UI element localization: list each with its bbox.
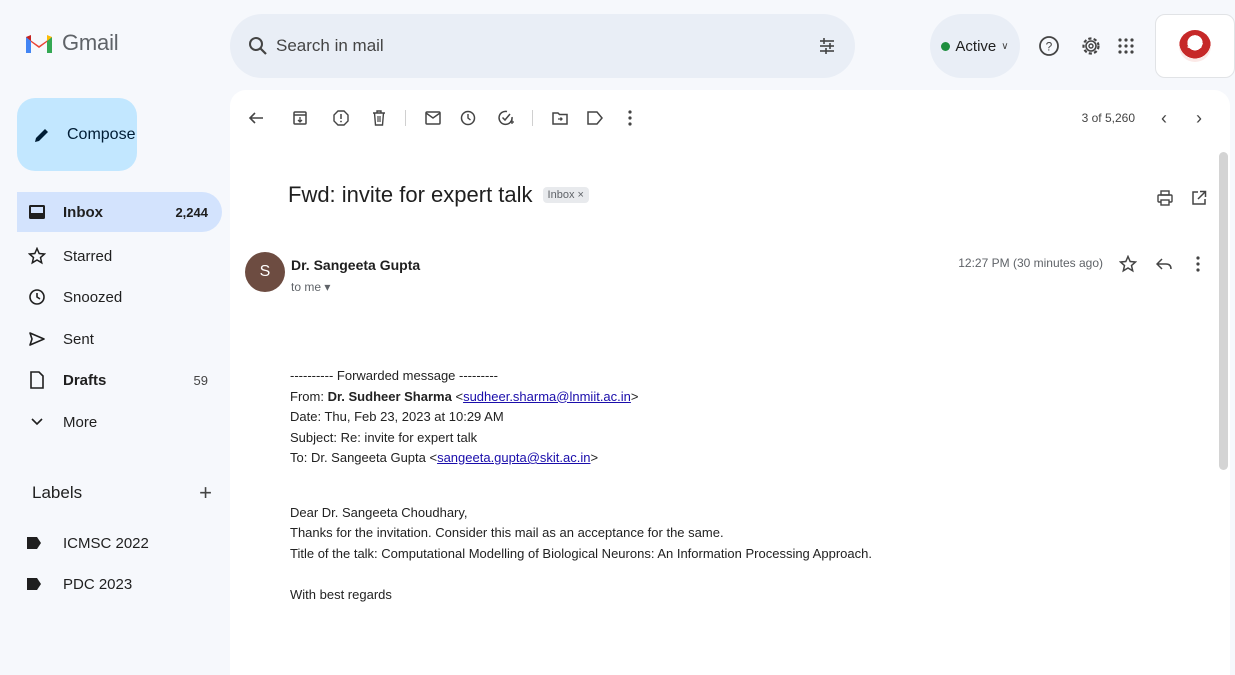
body-line: Title of the talk: Computational Modelli… bbox=[290, 545, 872, 561]
app-name: Gmail bbox=[62, 30, 119, 55]
from-name: Dr. Sudheer Sharma bbox=[327, 388, 452, 404]
compose-label: Compose bbox=[67, 125, 136, 143]
report-spam-icon[interactable] bbox=[331, 108, 351, 128]
greeting-line: Dear Dr. Sangeeta Choudhary, bbox=[290, 504, 468, 520]
drafts-count: 59 bbox=[193, 372, 208, 388]
body-line: Thanks for the invitation. Consider this… bbox=[290, 525, 724, 540]
forwarded-from-line: From: Dr. Sudheer Sharma <sudheer.sharma… bbox=[290, 388, 639, 404]
gmail-m-icon bbox=[26, 35, 52, 53]
forwarded-header: ---------- Forwarded message --------- bbox=[290, 368, 498, 383]
snooze-clock-icon[interactable] bbox=[458, 108, 478, 128]
sidebar-item-label: Snoozed bbox=[63, 288, 123, 306]
sidebar-item-snoozed[interactable]: Snoozed bbox=[17, 277, 222, 317]
clock-icon bbox=[27, 287, 47, 307]
sidebar-item-label: Sent bbox=[63, 330, 94, 348]
print-icon[interactable] bbox=[1155, 188, 1175, 208]
email-toolbar: 3 of 5,260 ‹ › bbox=[230, 90, 1230, 146]
newer-chevron-left-icon[interactable]: ‹ bbox=[1155, 108, 1173, 128]
sidebar-item-label: Starred bbox=[63, 247, 113, 265]
sidebar-item-more[interactable]: More bbox=[17, 402, 222, 442]
status-selector[interactable]: Active ∨ bbox=[930, 14, 1020, 78]
reply-arrow-icon[interactable] bbox=[1153, 253, 1175, 275]
older-chevron-right-icon[interactable]: › bbox=[1190, 108, 1208, 128]
status-label: Active bbox=[955, 37, 997, 55]
label-tag-icon bbox=[27, 578, 41, 590]
open-in-new-window-icon[interactable] bbox=[1189, 188, 1209, 208]
to-label: To: Dr. Sangeeta Gupta bbox=[290, 450, 430, 465]
search-icon[interactable] bbox=[248, 36, 268, 56]
email-subject: Fwd: invite for expert talk bbox=[288, 182, 533, 207]
scrollbar-thumb[interactable] bbox=[1219, 152, 1228, 470]
email-panel: 3 of 5,260 ‹ › Fwd: invite for expert ta… bbox=[230, 90, 1230, 675]
sidebar-label-item[interactable]: PDC 2023 bbox=[27, 569, 207, 599]
message-more-options-icon[interactable] bbox=[1187, 253, 1209, 275]
back-arrow-icon[interactable] bbox=[246, 108, 266, 128]
top-bar: Gmail Active ∨ ? SKIT bbox=[0, 0, 1235, 90]
forwarded-date-line: Date: Thu, Feb 23, 2023 at 10:29 AM bbox=[290, 409, 504, 424]
delete-trash-icon[interactable] bbox=[369, 108, 389, 128]
svg-text:?: ? bbox=[1046, 40, 1053, 54]
account-button[interactable]: SKIT bbox=[1155, 14, 1235, 78]
settings-gear-icon[interactable] bbox=[1078, 33, 1104, 59]
sidebar-item-inbox[interactable]: Inbox 2,244 bbox=[17, 192, 222, 232]
gmail-logo[interactable]: Gmail bbox=[24, 30, 119, 56]
active-status-dot bbox=[941, 41, 951, 51]
email-subject-row: Fwd: invite for expert talk Inbox × bbox=[288, 182, 589, 208]
toolbar-divider bbox=[532, 110, 533, 126]
help-icon[interactable]: ? bbox=[1036, 33, 1062, 59]
account-logo: SKIT bbox=[1179, 30, 1211, 62]
email-body: ---------- Forwarded message --------- F… bbox=[290, 366, 872, 606]
sidebar-item-label: Inbox bbox=[63, 203, 103, 221]
search-input[interactable] bbox=[276, 36, 817, 56]
search-options-icon[interactable] bbox=[817, 36, 837, 56]
inbox-count: 2,244 bbox=[175, 204, 208, 220]
pencil-icon bbox=[35, 128, 48, 142]
labels-header: Labels + bbox=[32, 480, 212, 506]
label-tag-icon bbox=[27, 537, 41, 549]
send-icon bbox=[27, 329, 47, 349]
sender-avatar[interactable]: S bbox=[245, 252, 285, 292]
label-name: PDC 2023 bbox=[63, 575, 133, 593]
add-label-icon[interactable]: + bbox=[199, 480, 212, 506]
toolbar-divider bbox=[405, 110, 406, 126]
sender-name[interactable]: Dr. Sangeeta Gupta bbox=[291, 257, 420, 273]
sidebar-item-drafts[interactable]: Drafts 59 bbox=[17, 360, 222, 400]
to-email-link[interactable]: sangeeta.gupta@skit.ac.in bbox=[437, 450, 590, 465]
from-label: From: bbox=[290, 388, 328, 404]
archive-icon[interactable] bbox=[290, 108, 310, 128]
label-tag-outline-icon[interactable] bbox=[585, 108, 605, 128]
from-email-link[interactable]: sudheer.sharma@lnmiit.ac.in bbox=[463, 389, 631, 404]
email-timestamp: 12:27 PM (30 minutes ago) bbox=[958, 256, 1103, 270]
move-to-folder-icon[interactable] bbox=[550, 108, 570, 128]
inbox-icon bbox=[27, 202, 47, 222]
add-to-tasks-icon[interactable] bbox=[496, 108, 516, 128]
search-bar[interactable] bbox=[230, 14, 855, 78]
forwarded-subject-line: Subject: Re: invite for expert talk bbox=[290, 429, 478, 445]
chevron-down-icon bbox=[27, 412, 47, 432]
labels-heading: Labels bbox=[32, 483, 83, 502]
compose-button[interactable]: Compose bbox=[17, 98, 137, 171]
pagination-text: 3 of 5,260 bbox=[1081, 111, 1135, 125]
inbox-label-chip[interactable]: Inbox × bbox=[542, 187, 589, 203]
signoff-line: With best regards bbox=[290, 587, 392, 602]
recipient-details[interactable]: to me ▾ bbox=[291, 280, 330, 294]
label-name: ICMSC 2022 bbox=[63, 534, 149, 552]
forwarded-to-line: To: Dr. Sangeeta Gupta <sangeeta.gupta@s… bbox=[290, 450, 599, 465]
chevron-down-icon: ∨ bbox=[1001, 40, 1009, 52]
draft-file-icon bbox=[27, 370, 47, 390]
sidebar-item-sent[interactable]: Sent bbox=[17, 319, 222, 359]
sidebar-item-starred[interactable]: Starred bbox=[17, 236, 222, 276]
sidebar-label-item[interactable]: ICMSC 2022 bbox=[27, 528, 207, 558]
apps-grid-icon[interactable] bbox=[1113, 33, 1139, 59]
star-icon bbox=[27, 246, 47, 266]
star-icon[interactable] bbox=[1117, 253, 1139, 275]
sidebar-item-label: More bbox=[63, 413, 98, 431]
more-options-vertical-icon[interactable] bbox=[620, 108, 640, 128]
mark-unread-mail-icon[interactable] bbox=[423, 108, 443, 128]
sidebar-item-label: Drafts bbox=[63, 371, 107, 389]
